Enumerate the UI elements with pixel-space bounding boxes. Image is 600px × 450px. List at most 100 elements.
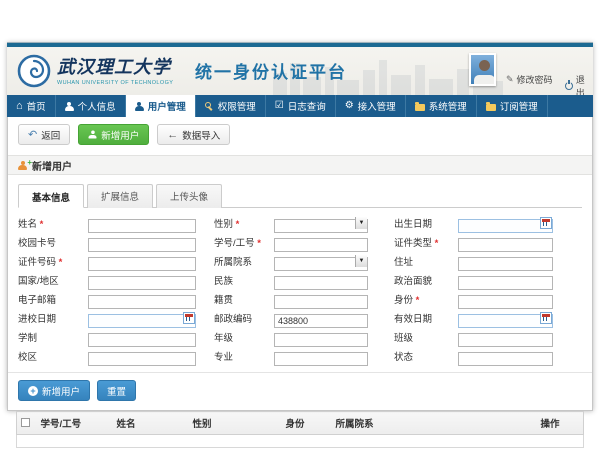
gender-input[interactable]: [274, 219, 368, 233]
calendar-icon[interactable]: [183, 312, 195, 324]
add-user-toolbar-button[interactable]: 新增用户: [78, 124, 149, 145]
nav-item-system-mgmt[interactable]: 系统管理: [406, 95, 477, 117]
tab-upload-avatar[interactable]: 上传头像: [156, 184, 222, 208]
nav-item-subscription-mgmt[interactable]: 订阅管理: [477, 95, 548, 117]
campus-card-no-input[interactable]: [88, 238, 196, 252]
form-field-postal-code: 邮政编码: [214, 311, 386, 325]
campus-input[interactable]: [88, 352, 196, 366]
valid-date-input[interactable]: [458, 314, 553, 328]
dropdown-icon[interactable]: ▼: [355, 255, 367, 267]
data-import-button[interactable]: ← 数据导入: [157, 124, 230, 145]
email-input[interactable]: [88, 295, 196, 309]
postal-code-input[interactable]: [274, 314, 368, 328]
university-name: 武汉理工大学: [57, 53, 173, 79]
grade-input[interactable]: [274, 333, 368, 347]
name-input[interactable]: [88, 219, 196, 233]
class-input[interactable]: [458, 333, 553, 347]
nav-item-log-query[interactable]: ☑日志查询: [266, 95, 336, 117]
plus-circle-icon: +: [28, 386, 38, 396]
class-label: 班级: [394, 330, 458, 344]
native-place-control: [274, 292, 368, 306]
address-label: 住址: [394, 254, 458, 268]
required-marker: *: [233, 219, 239, 230]
status-input[interactable]: [458, 352, 553, 366]
id-number-input[interactable]: [88, 257, 196, 271]
nav-item-user-mgmt[interactable]: 用户管理: [126, 95, 196, 117]
enroll-date-input[interactable]: [88, 314, 196, 328]
student-id-input[interactable]: [274, 238, 368, 252]
birth-date-input[interactable]: [458, 219, 553, 233]
identity-label: 身份 *: [394, 292, 458, 306]
folder-icon: [486, 104, 496, 111]
column-header: 姓名: [113, 412, 189, 435]
student-id-control: [274, 235, 368, 249]
change-password-link[interactable]: ✎ 修改密码: [506, 73, 553, 86]
address-input[interactable]: [458, 257, 553, 271]
postal-code-control: [274, 311, 368, 325]
form-field-ethnicity: 民族: [214, 273, 386, 287]
user-list-table: 学号/工号姓名性别身份所属院系操作: [16, 411, 584, 448]
nav-item-access-mgmt[interactable]: ⚙接入管理: [336, 95, 406, 117]
user-icon: [65, 102, 74, 111]
back-button[interactable]: ↶ 返回: [18, 124, 70, 145]
native-place-input[interactable]: [274, 295, 368, 309]
tab-basic-info[interactable]: 基本信息: [18, 184, 84, 208]
form-field-id-number: 证件号码 *: [18, 254, 206, 268]
native-place-label: 籍贯: [214, 292, 274, 306]
identity-input[interactable]: [458, 295, 553, 309]
department-input[interactable]: [274, 257, 368, 271]
class-control: [458, 330, 553, 344]
required-marker: *: [432, 238, 438, 249]
email-control: [88, 292, 196, 306]
import-icon: ←: [167, 129, 178, 141]
column-header: 所属院系: [332, 412, 537, 435]
ethnicity-label: 民族: [214, 273, 274, 287]
major-input[interactable]: [274, 352, 368, 366]
logout-link[interactable]: 退出: [565, 73, 593, 95]
form-field-id-type: 证件类型 *: [394, 235, 570, 249]
university-logo: [17, 54, 51, 88]
tab-extended-info[interactable]: 扩展信息: [87, 184, 153, 208]
major-control: [274, 349, 368, 363]
country-region-input[interactable]: [88, 276, 196, 290]
dropdown-icon[interactable]: ▼: [355, 217, 367, 229]
section-title: 新增用户: [32, 158, 72, 173]
calendar-icon[interactable]: [540, 217, 552, 229]
status-label: 状态: [394, 349, 458, 363]
campus-label: 校区: [18, 349, 88, 363]
add-user-submit-button[interactable]: + 新增用户: [18, 380, 90, 401]
add-user-icon: [89, 130, 97, 138]
nav-item-permission-mgmt[interactable]: 权限管理: [196, 95, 266, 117]
calendar-icon[interactable]: [540, 312, 552, 324]
section-header: + 新增用户: [8, 155, 592, 175]
id-type-input[interactable]: [458, 238, 553, 252]
ethnicity-input[interactable]: [274, 276, 368, 290]
home-icon: ⌂: [16, 101, 23, 112]
nav-item-label: 用户管理: [148, 99, 186, 113]
campus-card-no-label: 校园卡号: [18, 235, 88, 249]
power-icon: [565, 82, 573, 90]
back-icon: ↶: [28, 128, 37, 141]
political-status-input[interactable]: [458, 276, 553, 290]
ethnicity-control: [274, 273, 368, 287]
form-field-major: 专业: [214, 349, 386, 363]
back-button-label: 返回: [41, 128, 60, 142]
user-avatar[interactable]: [469, 53, 496, 86]
education-length-control: [88, 330, 196, 344]
required-marker: *: [413, 295, 419, 306]
nav-item-home[interactable]: ⌂首页: [7, 95, 56, 117]
new-user-form: 姓名 *性别 *▼出生日期校园卡号学号/工号 *证件类型 *证件号码 *所属院系…: [8, 208, 592, 372]
form-field-birth-date: 出生日期: [394, 216, 570, 230]
select-all-checkbox[interactable]: [21, 418, 30, 427]
education-length-input[interactable]: [88, 333, 196, 347]
reset-button[interactable]: 重置: [97, 380, 136, 401]
identity-control: [458, 292, 553, 306]
form-field-country-region: 国家/地区: [18, 273, 206, 287]
column-header: 性别: [189, 412, 282, 435]
political-status-control: [458, 273, 553, 287]
nav-item-profile[interactable]: 个人信息: [56, 95, 126, 117]
form-field-department: 所属院系▼: [214, 254, 386, 268]
nav-item-label: 订阅管理: [500, 99, 538, 113]
change-password-label: 修改密码: [517, 73, 553, 86]
valid-date-label: 有效日期: [394, 311, 458, 325]
